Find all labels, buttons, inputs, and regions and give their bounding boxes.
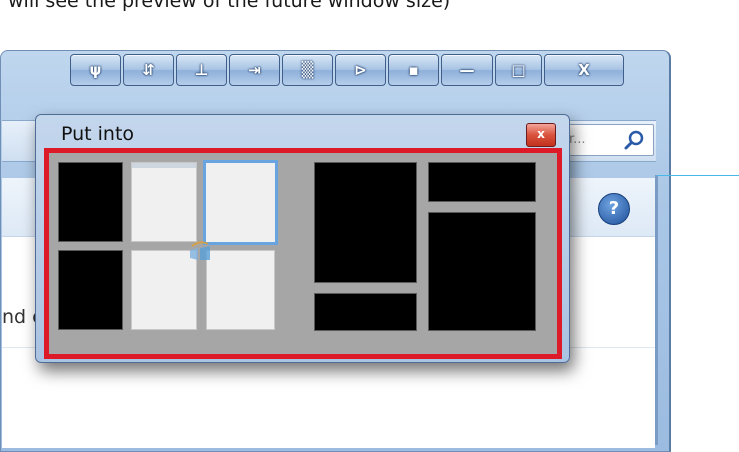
close-button[interactable]: X (544, 54, 624, 86)
move-to-monitor-button[interactable]: ⇥ (229, 54, 280, 86)
preview-guide-line (657, 175, 739, 176)
minimize-button[interactable]: — (441, 54, 493, 86)
search-input[interactable]: r... (560, 124, 654, 156)
transparency-button[interactable]: ▒ (282, 54, 333, 86)
layout-cell-left-large[interactable] (314, 162, 417, 283)
rollup-button[interactable]: ⇵ (123, 54, 174, 86)
put-into-dialog: Put into x (35, 114, 570, 363)
layout-cell-left-small[interactable] (314, 293, 417, 331)
grid-cell-top-left[interactable] (58, 162, 123, 242)
search-placeholder: r... (569, 132, 586, 147)
app-logo-watermark-icon (190, 241, 210, 260)
grid-cell-top-right-highlighted[interactable] (203, 160, 278, 245)
maximize-button[interactable]: □ (495, 54, 542, 86)
grid-cell-bottom-right[interactable] (206, 250, 275, 330)
minimize-to-tray-button[interactable]: ▪ (388, 54, 439, 86)
dialog-close-button[interactable]: x (526, 123, 556, 147)
tile-button[interactable]: ⊥ (176, 54, 227, 86)
grid-cell-bottom-left[interactable] (58, 250, 123, 330)
top-caption: will see the preview of the future windo… (8, 0, 451, 12)
help-icon[interactable]: ? (598, 193, 630, 225)
pin-button[interactable]: ψ (70, 54, 121, 86)
grid-cell-top-middle[interactable] (131, 162, 197, 242)
placement-grid (44, 148, 562, 359)
layout-cell-right-small[interactable] (428, 162, 536, 202)
layout-cell-right-large[interactable] (428, 212, 536, 331)
search-icon[interactable] (623, 129, 645, 151)
window-right-border (655, 175, 658, 445)
caption-button-group: ψ ⇵ ⊥ ⇥ ▒ ⊳ ▪ — □ X (70, 54, 656, 88)
aero-snap-button[interactable]: ⊳ (335, 54, 386, 86)
dialog-title: Put into (61, 123, 135, 145)
